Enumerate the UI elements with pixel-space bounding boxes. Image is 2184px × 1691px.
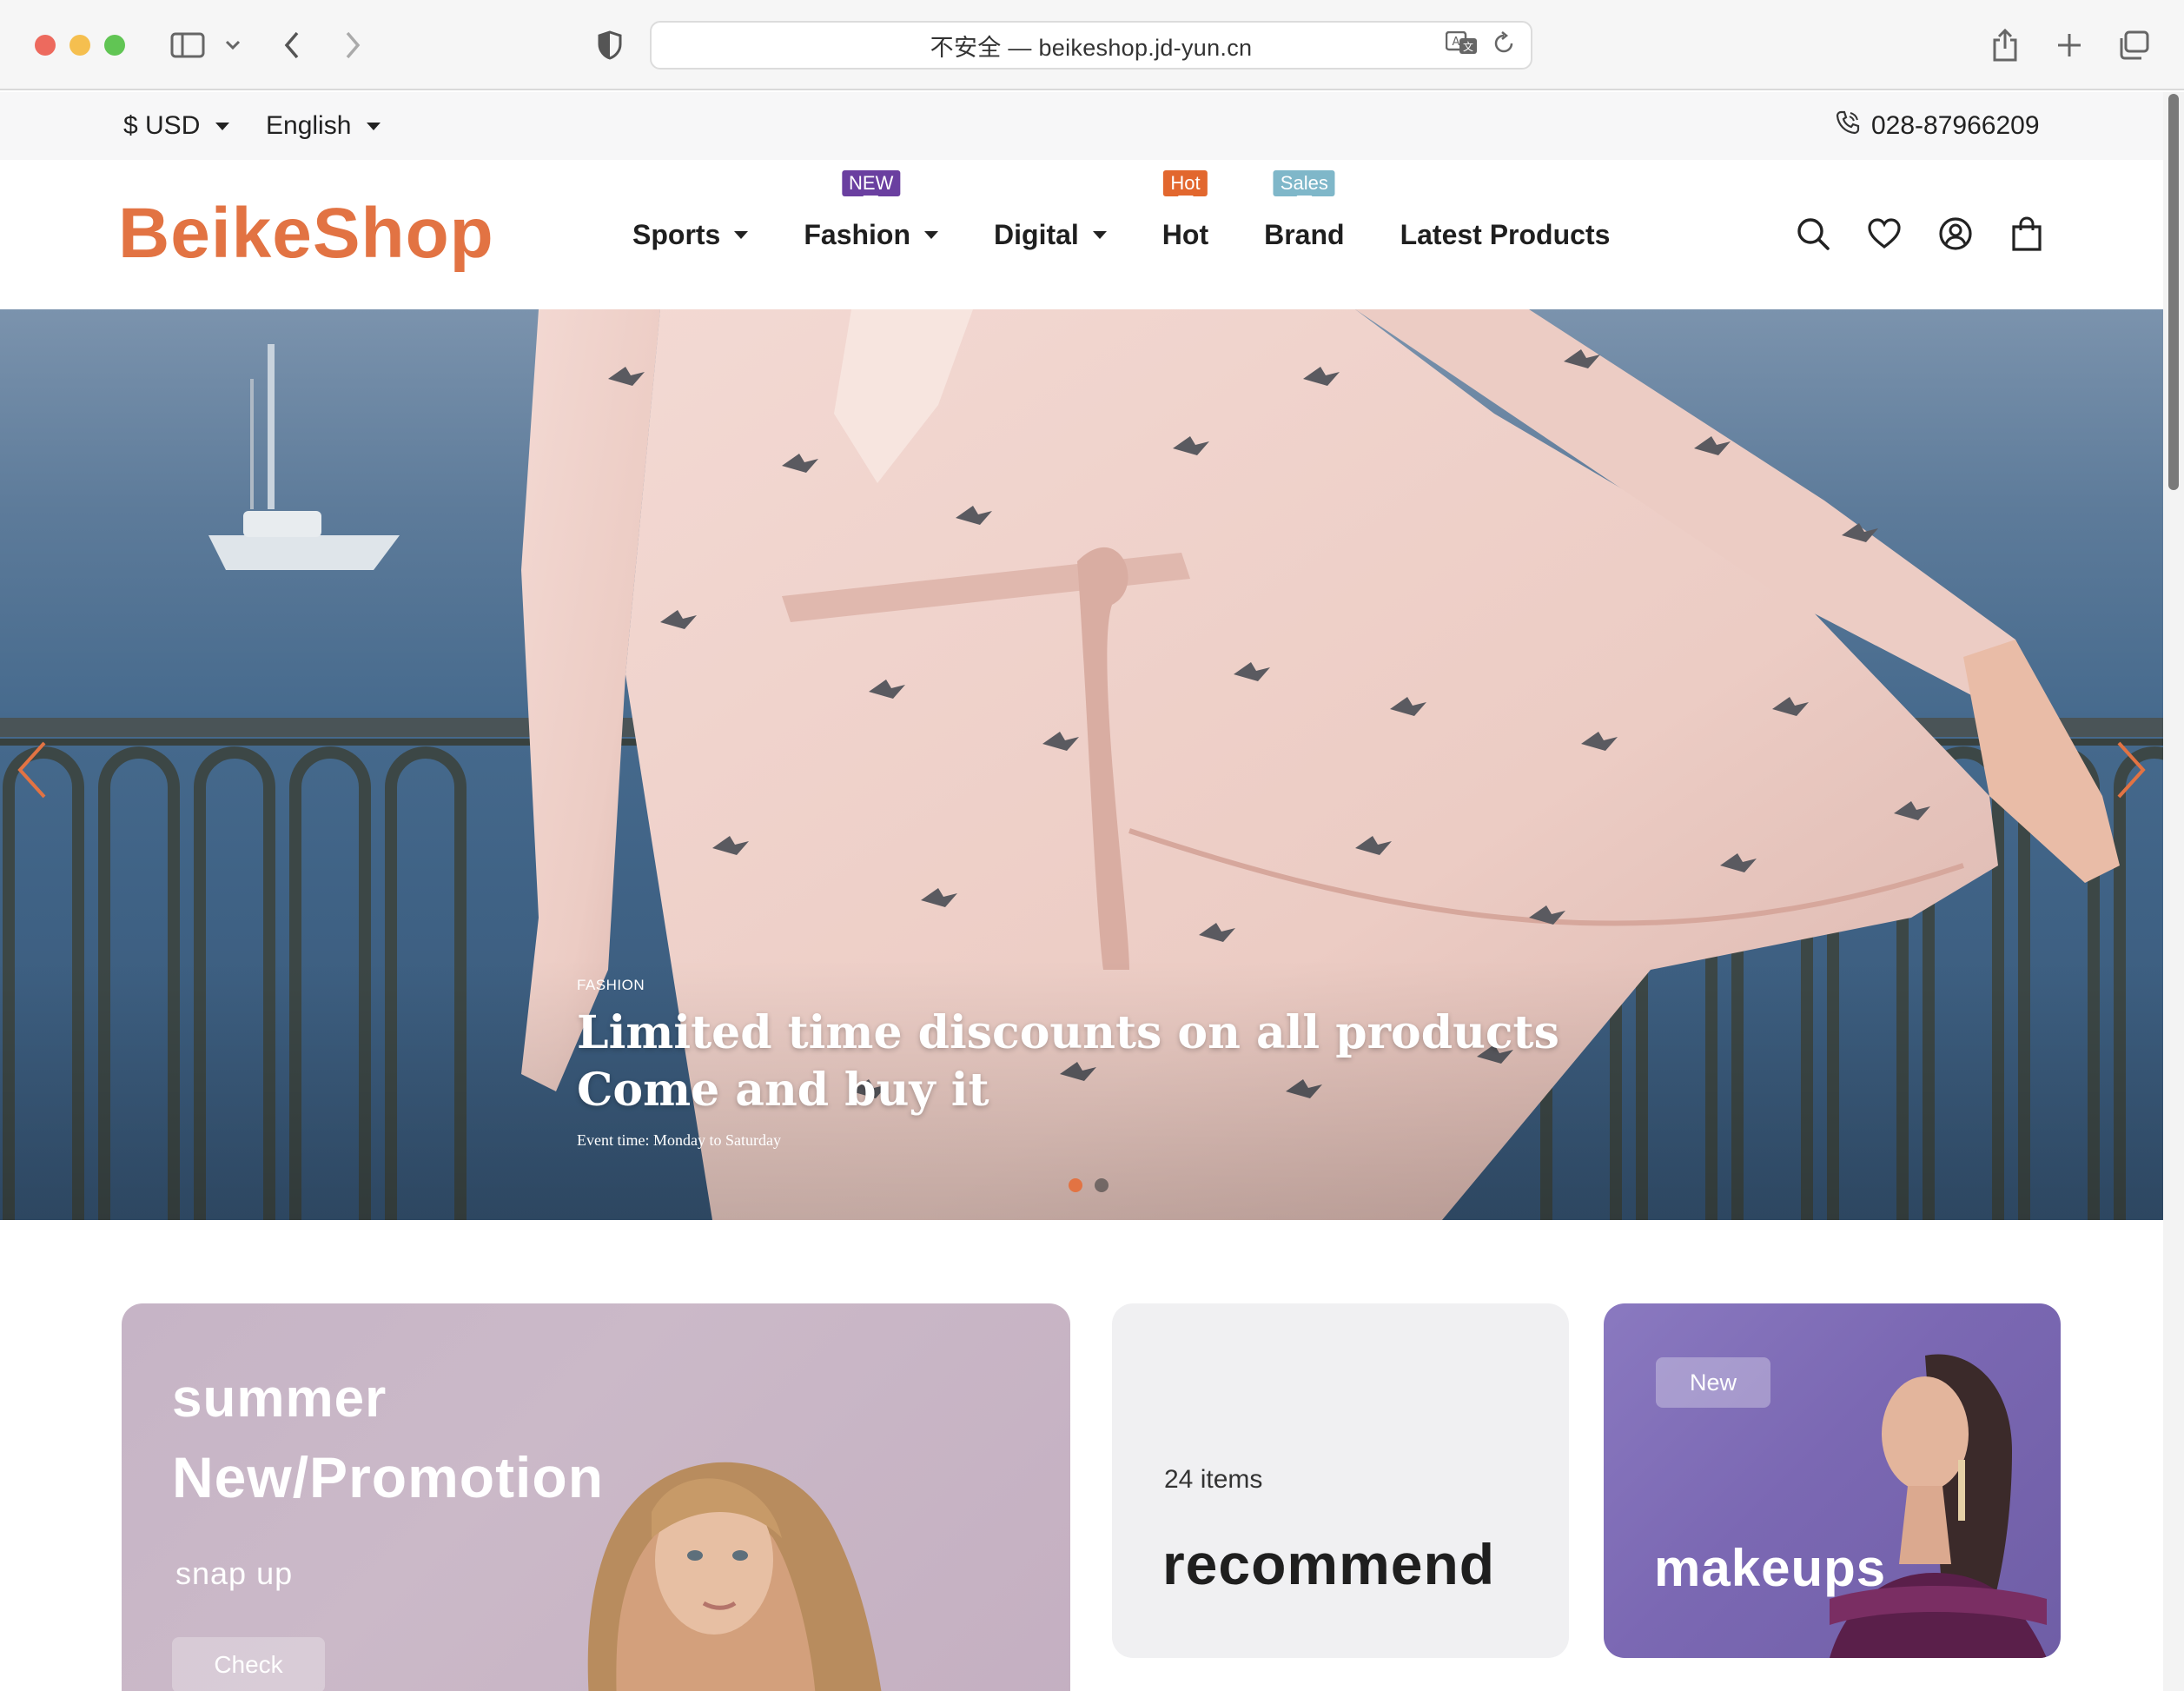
nav-label: Digital [994, 218, 1079, 250]
hero-caption: FASHION Limited time discounts on all pr… [577, 977, 1619, 1150]
site-header: BeikeShop Sports NEW Fashion Digital Hot… [0, 160, 2163, 309]
browser-toolbar: 不安全 — beikeshop.jd-yun.cn A文 [0, 0, 2184, 90]
site-logo[interactable]: BeikeShop [118, 193, 494, 275]
share-icon[interactable] [1989, 26, 2021, 64]
hero-title: Limited time discounts on all products C… [577, 1005, 1619, 1119]
currency-label: $ USD [123, 111, 201, 140]
nav-label: Sports [632, 218, 721, 250]
slider-dot[interactable] [1069, 1178, 1082, 1192]
chevron-down-icon[interactable] [222, 26, 243, 64]
phone-contact[interactable]: 028-87966209 [1835, 92, 2040, 160]
hero-subtitle: Event time: Monday to Saturday [577, 1131, 781, 1149]
nav-item-hot[interactable]: Hot Hot [1161, 169, 1209, 251]
new-tab-icon[interactable] [2054, 26, 2085, 64]
close-window-button[interactable] [35, 35, 56, 56]
scrollbar-thumb[interactable] [2168, 94, 2179, 490]
caret-down-icon [924, 230, 939, 239]
summer-subheading: New/Promotion [172, 1445, 605, 1509]
nav-badge-sales: Sales [1273, 169, 1335, 196]
currency-selector[interactable]: $ USD [123, 92, 230, 160]
forward-arrow-icon[interactable] [339, 26, 367, 64]
phone-icon [1835, 109, 1861, 143]
url-text: 不安全 — beikeshop.jd-yun.cn [930, 34, 1253, 61]
back-arrow-icon[interactable] [278, 26, 306, 64]
sidebar-toggle-icon[interactable] [167, 26, 208, 64]
nav-item-brand[interactable]: Sales Brand [1264, 169, 1345, 251]
caret-down-icon [1092, 230, 1107, 239]
hero-title-line1: Limited time discounts on all products [577, 1006, 1559, 1059]
promo-card-summer[interactable]: summer New/Promotion snap up Check [122, 1303, 1070, 1691]
slider-next-arrow-icon[interactable] [2109, 735, 2153, 805]
minimize-window-button[interactable] [69, 35, 90, 56]
phone-number: 028-87966209 [1871, 111, 2040, 140]
zoom-window-button[interactable] [104, 35, 125, 56]
check-button[interactable]: Check [172, 1637, 325, 1691]
recommend-title: recommend [1162, 1532, 1496, 1596]
account-icon[interactable] [1937, 214, 1974, 254]
cart-bag-icon[interactable] [2009, 214, 2045, 254]
hero-eyebrow: FASHION [577, 977, 645, 993]
translate-icon[interactable]: A文 [1445, 30, 1479, 60]
wishlist-heart-icon[interactable] [1866, 214, 1903, 254]
reload-icon[interactable] [1492, 31, 1515, 60]
slider-prev-arrow-icon[interactable] [10, 735, 54, 805]
language-selector[interactable]: English [266, 92, 381, 160]
nav-item-sports[interactable]: Sports [632, 218, 749, 251]
recommend-count: 24 items [1164, 1465, 1263, 1494]
hero-title-line2: Come and buy it [577, 1064, 989, 1117]
nav-label: Latest Products [1400, 218, 1611, 250]
nav-label: Hot [1161, 218, 1209, 250]
nav-badge-hot: Hot [1163, 169, 1208, 196]
makeups-title: makeups [1654, 1539, 1887, 1597]
svg-text:A: A [1453, 36, 1460, 49]
makeup-model-illustration [1830, 1354, 2047, 1658]
nav-label: Fashion [804, 218, 911, 250]
top-bar: $ USD English 028-87966209 [0, 92, 2163, 160]
svg-text:文: 文 [1463, 40, 1473, 53]
nav-badge-new: NEW [842, 169, 901, 196]
hero-slider: FASHION Limited time discounts on all pr… [0, 309, 2163, 1220]
slider-dot[interactable] [1095, 1178, 1109, 1192]
nav-item-digital[interactable]: Digital [994, 219, 1107, 251]
caret-down-icon [734, 230, 749, 239]
promo-card-makeups[interactable]: New makeups [1604, 1303, 2061, 1658]
new-badge: New [1656, 1357, 1770, 1408]
summer-tagline: snap up [175, 1555, 294, 1591]
slider-pagination [1069, 1178, 1109, 1192]
summer-heading: summer [172, 1369, 387, 1429]
header-actions [1795, 214, 2045, 254]
tab-overview-icon[interactable] [2116, 26, 2151, 64]
language-label: English [266, 111, 352, 140]
main-nav: Sports NEW Fashion Digital Hot Hot Sales… [632, 160, 1665, 309]
search-icon[interactable] [1795, 214, 1831, 254]
address-bar[interactable]: 不安全 — beikeshop.jd-yun.cn A文 [650, 21, 1532, 70]
promo-card-recommend[interactable]: 24 items recommend [1112, 1303, 1569, 1658]
nav-label: Brand [1264, 218, 1345, 250]
page-scrollbar[interactable] [2163, 92, 2184, 1691]
privacy-shield-icon[interactable] [594, 26, 625, 64]
nav-item-latest-products[interactable]: Latest Products [1400, 219, 1611, 251]
nav-item-fashion[interactable]: NEW Fashion [804, 169, 939, 251]
caret-down-icon [215, 122, 230, 130]
caret-down-icon [367, 122, 381, 130]
